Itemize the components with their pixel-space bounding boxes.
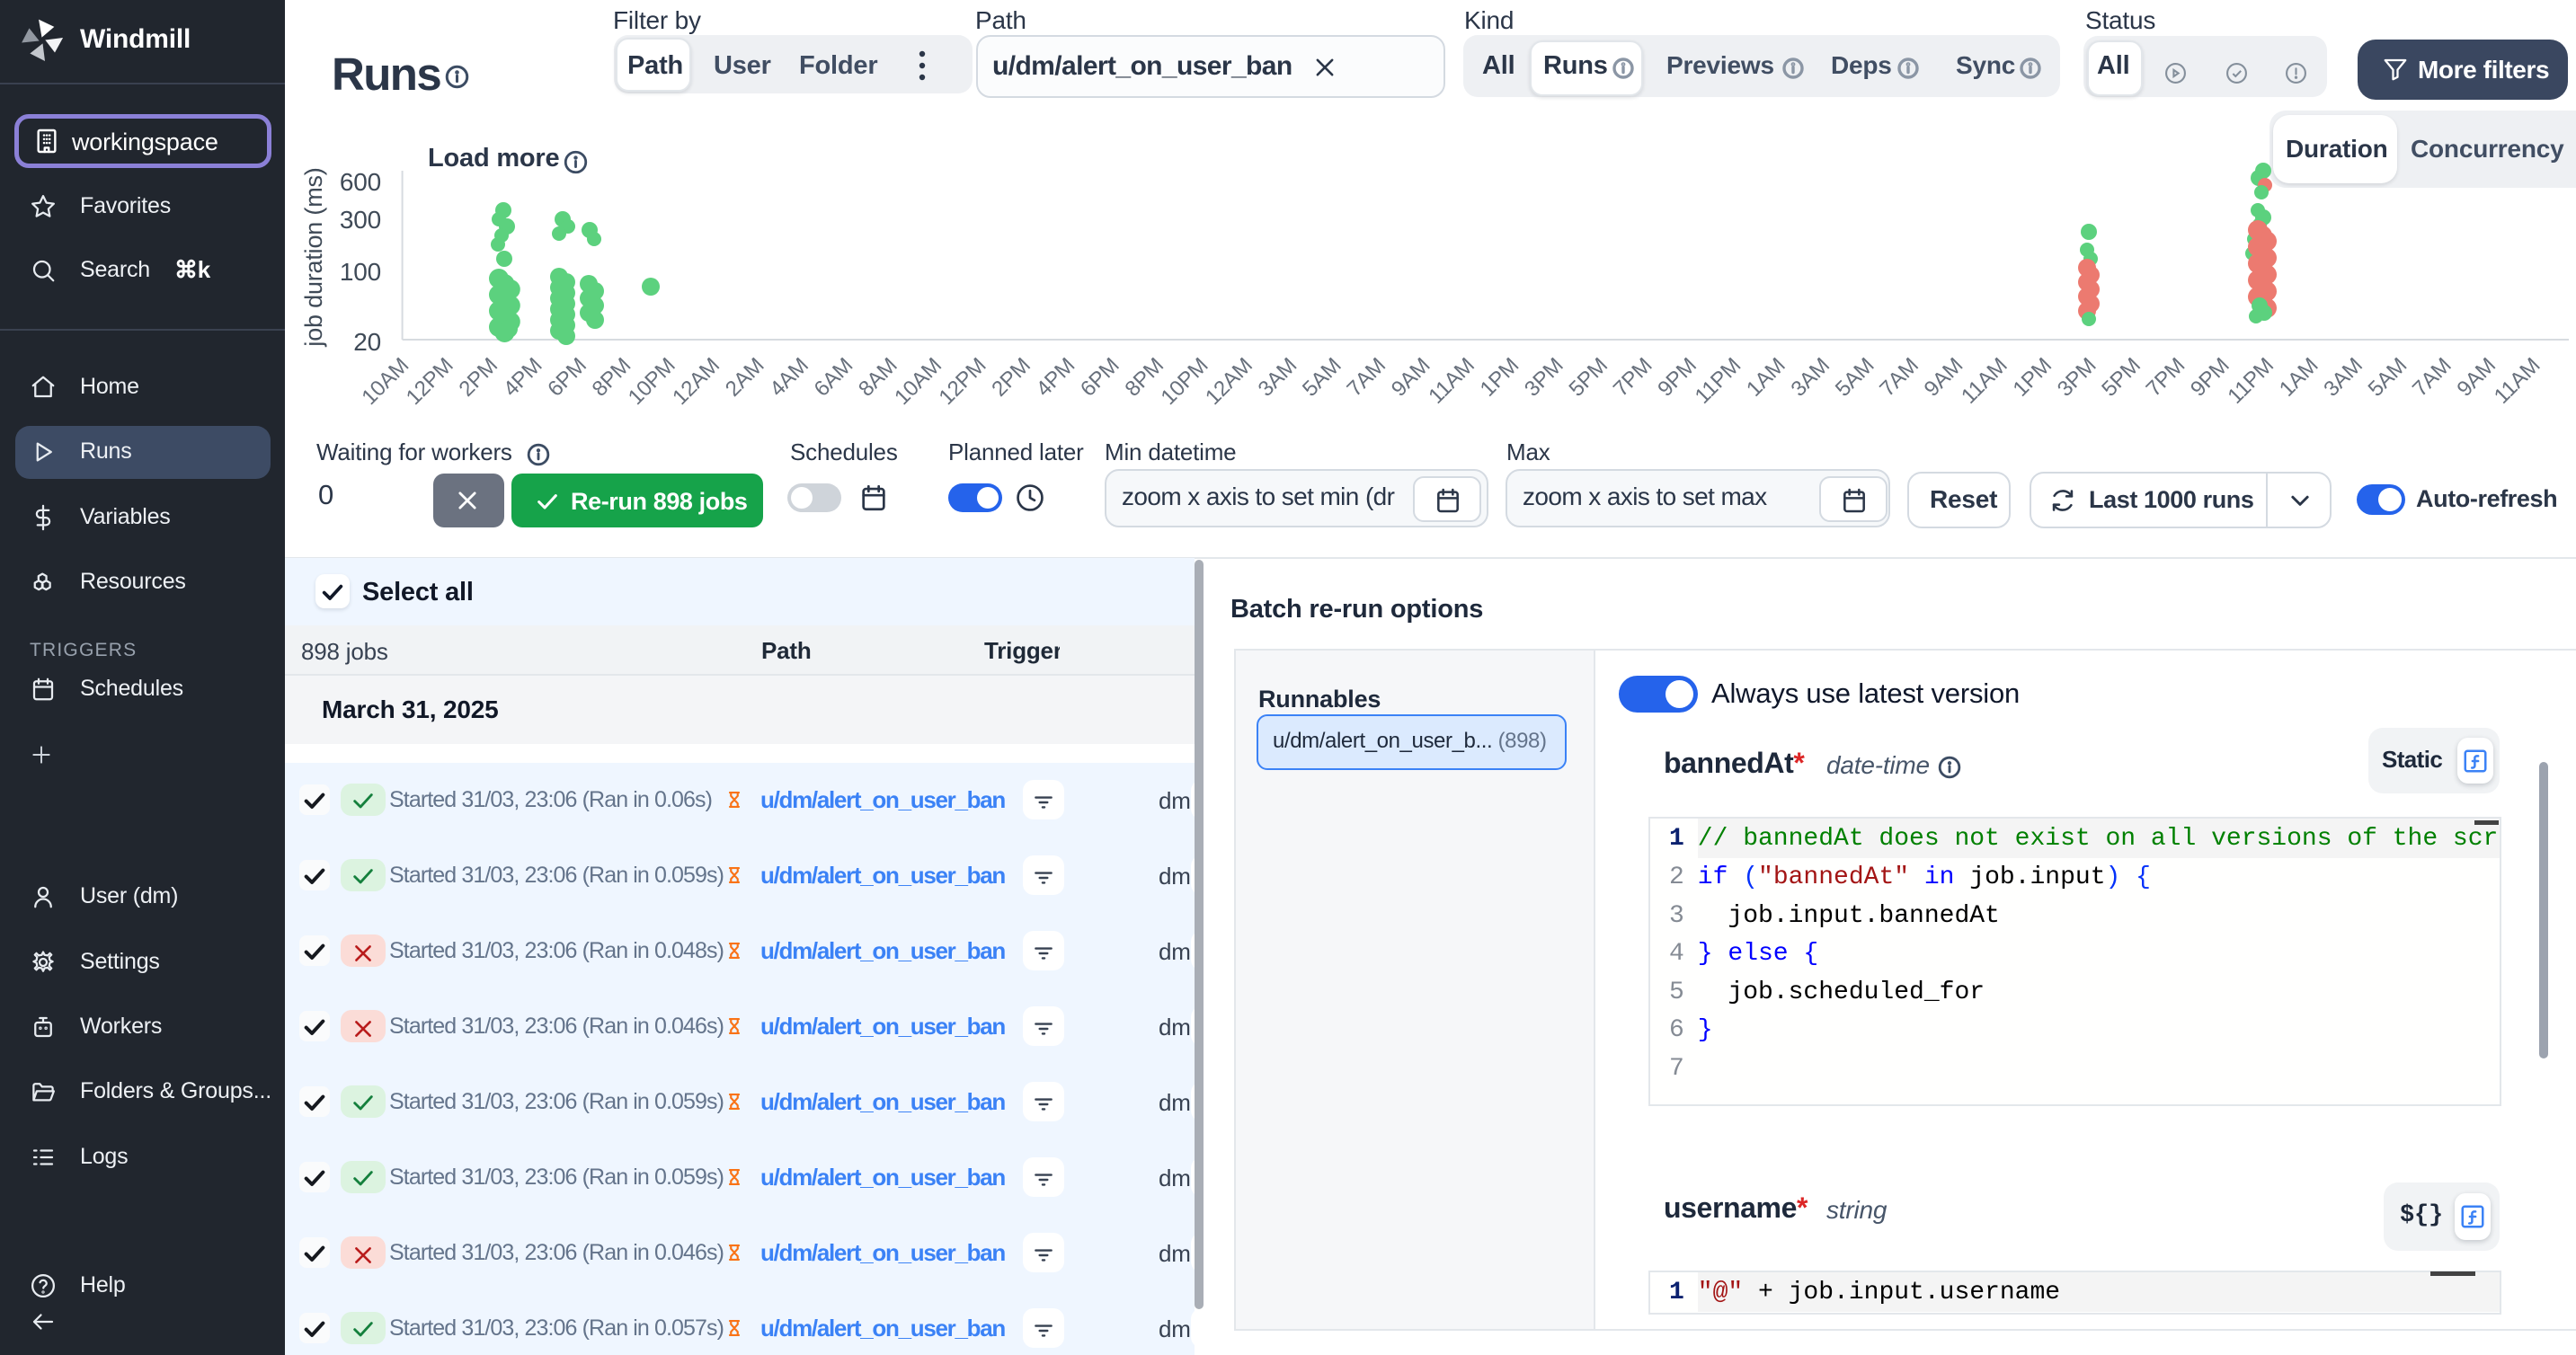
svg-text:11PM: 11PM [1691,353,1746,409]
svg-text:12PM: 12PM [402,353,458,410]
svg-text:10PM: 10PM [624,353,680,410]
svg-text:7AM: 7AM [1342,353,1390,402]
svg-text:1PM: 1PM [2008,353,2056,402]
svg-text:3AM: 3AM [1786,353,1834,402]
svg-text:12PM: 12PM [935,353,991,410]
svg-text:2AM: 2AM [721,353,769,402]
svg-text:5PM: 5PM [2097,353,2145,402]
svg-text:11PM: 11PM [2223,353,2278,409]
svg-text:4AM: 4AM [765,353,813,402]
svg-text:3AM: 3AM [2319,353,2367,402]
svg-text:6AM: 6AM [810,353,858,402]
svg-text:7PM: 7PM [2142,353,2190,402]
svg-text:7AM: 7AM [2408,353,2456,402]
svg-text:11AM: 11AM [2490,353,2545,409]
svg-text:1AM: 1AM [2275,353,2323,402]
svg-text:1PM: 1PM [1476,353,1524,402]
svg-text:12AM: 12AM [1201,353,1257,410]
svg-text:5AM: 5AM [2364,353,2412,402]
svg-text:2PM: 2PM [987,353,1035,402]
svg-text:300: 300 [340,206,381,234]
svg-text:10AM: 10AM [357,353,413,410]
svg-text:5PM: 5PM [1564,353,1612,402]
svg-text:1AM: 1AM [1742,353,1790,402]
svg-text:6PM: 6PM [543,353,591,402]
svg-text:7PM: 7PM [1609,353,1657,402]
svg-text:5AM: 5AM [1298,353,1346,402]
svg-text:3PM: 3PM [1520,353,1568,402]
svg-text:11AM: 11AM [1957,353,2012,409]
svg-text:20: 20 [353,328,381,356]
svg-text:5AM: 5AM [1831,353,1879,402]
svg-text:job duration (ms): job duration (ms) [300,167,327,347]
svg-text:600: 600 [340,168,381,196]
svg-text:3AM: 3AM [1254,353,1302,402]
svg-text:3PM: 3PM [2053,353,2101,402]
svg-text:10PM: 10PM [1157,353,1213,410]
svg-text:4PM: 4PM [499,353,547,402]
svg-text:11AM: 11AM [1424,353,1479,409]
svg-text:10AM: 10AM [890,353,946,410]
svg-text:4PM: 4PM [1032,353,1080,402]
svg-text:12AM: 12AM [668,353,724,410]
svg-text:2PM: 2PM [454,353,502,402]
svg-text:100: 100 [340,258,381,286]
svg-text:7AM: 7AM [1875,353,1923,402]
svg-text:6PM: 6PM [1076,353,1124,402]
